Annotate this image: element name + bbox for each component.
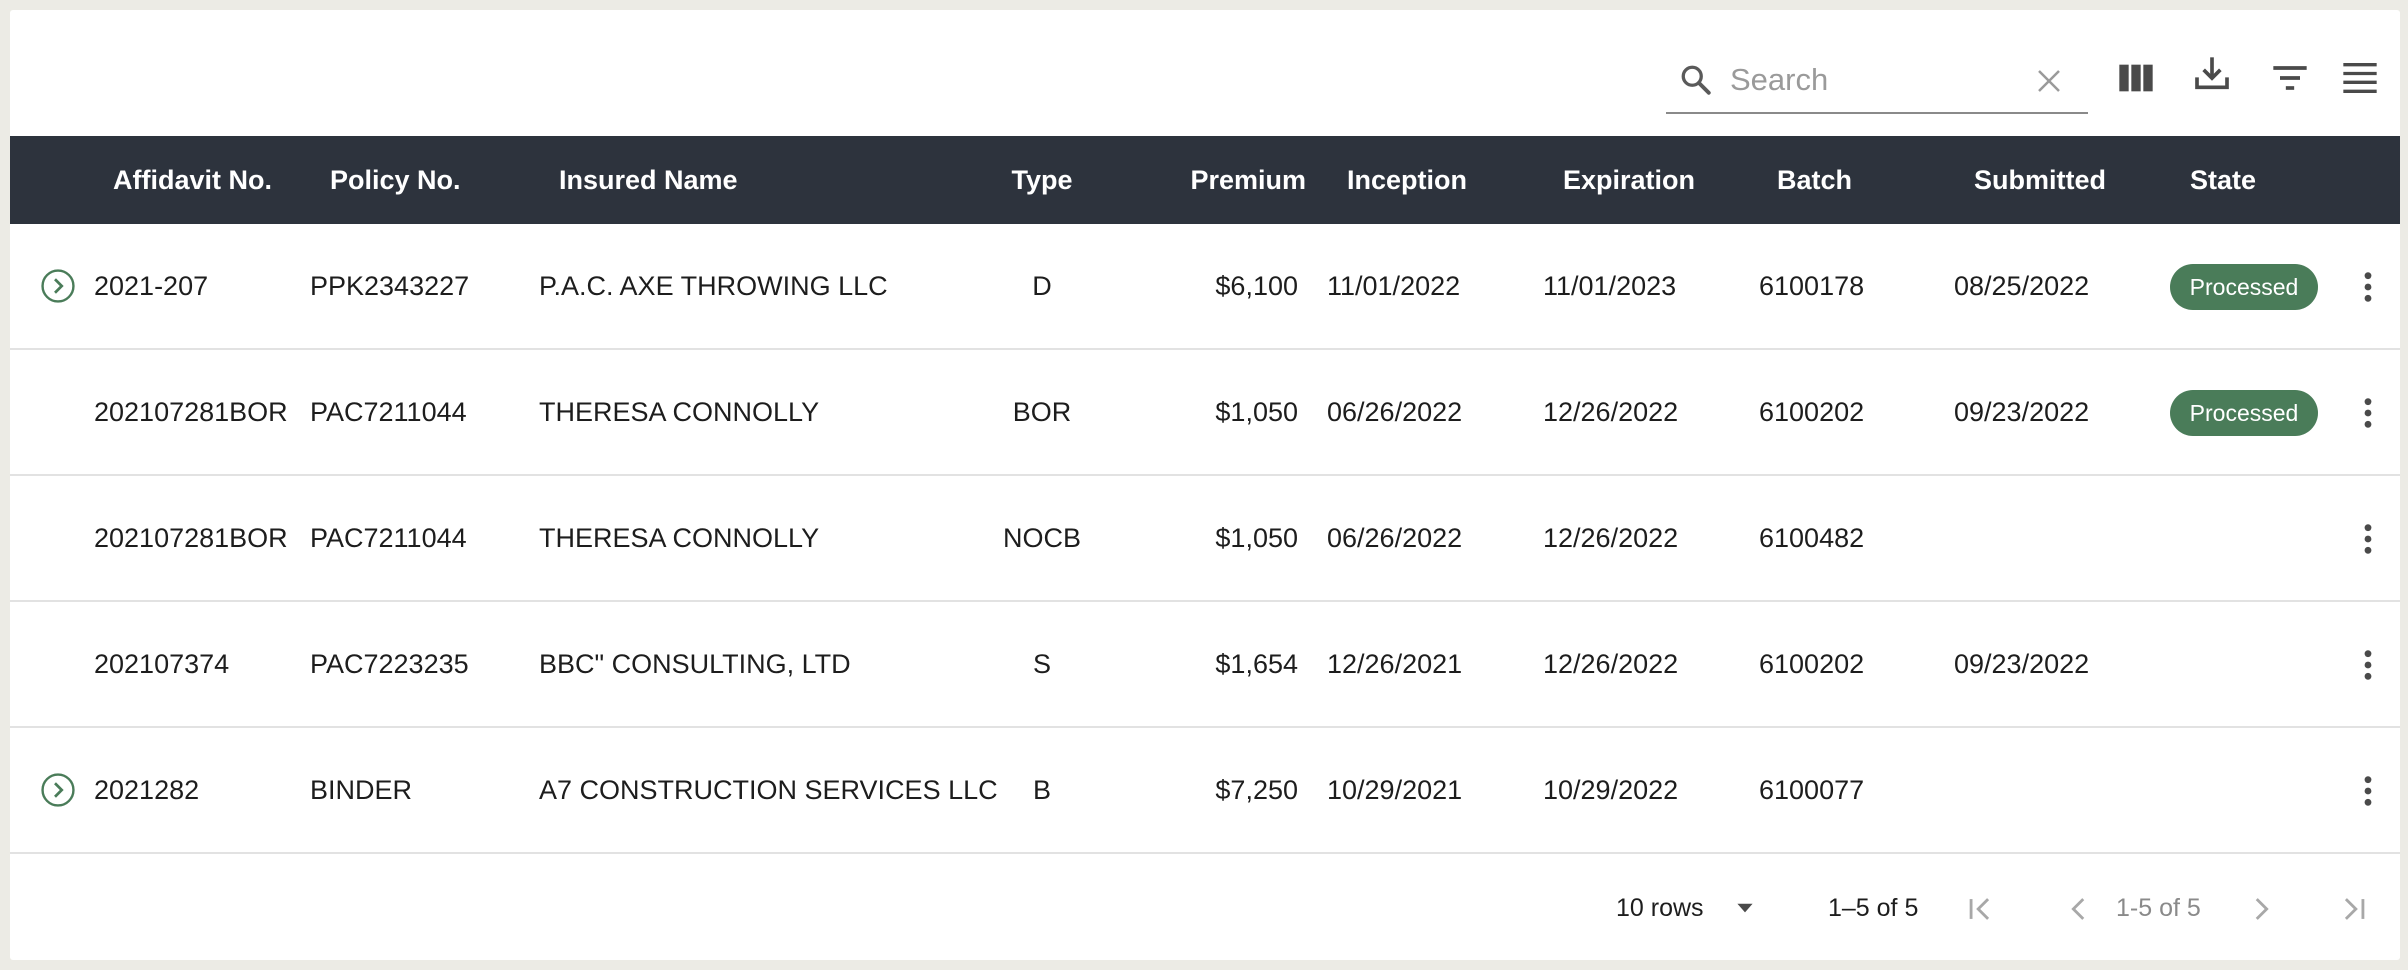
cell-policy: PAC7211044 [310, 397, 467, 427]
pagination-bar: 10 rows 1–5 of 5 1-5 of 5 [10, 856, 2400, 960]
cell-insured-name: P.A.C. AXE THROWING LLC [539, 271, 888, 301]
table-row[interactable]: 202107281BOR PAC7211044 THERESA CONNOLLY… [10, 350, 2400, 476]
cell-type: NOCB [1002, 523, 1081, 553]
cell-insured-name: A7 CONSTRUCTION SERVICES LLC [539, 775, 998, 805]
cell-inception: 11/01/2022 [1327, 271, 1461, 301]
filter-icon[interactable] [2270, 58, 2310, 98]
column-header-policy[interactable]: Policy No. [330, 136, 461, 224]
cell-submitted: 09/23/2022 [1954, 649, 2090, 679]
search-field[interactable] [1666, 52, 2088, 114]
cell-batch: 6100202 [1759, 649, 1865, 679]
page-label: 1-5 of 5 [2116, 894, 2201, 922]
cell-batch: 6100077 [1759, 775, 1865, 805]
rows-per-page-select[interactable]: 10 rows [1616, 856, 1704, 960]
column-header-type[interactable]: Type [992, 136, 1092, 224]
cell-inception: 12/26/2021 [1327, 649, 1463, 679]
search-icon [1681, 65, 1711, 95]
cell-inception: 10/29/2021 [1327, 775, 1463, 805]
download-icon[interactable] [2192, 54, 2232, 94]
more-vert-icon[interactable] [2360, 270, 2376, 304]
more-vert-icon[interactable] [2360, 648, 2376, 682]
cell-inception: 06/26/2022 [1327, 523, 1463, 553]
cell-insured-name: THERESA CONNOLLY [539, 523, 820, 553]
cell-insured-name: THERESA CONNOLLY [539, 397, 820, 427]
table-header: Affidavit No. Policy No. Insured Name Ty… [10, 136, 2400, 224]
cell-insured-name: BBC" CONSULTING, LTD [539, 649, 851, 679]
close-icon[interactable] [2034, 66, 2064, 96]
column-header-inception[interactable]: Inception [1347, 136, 1467, 224]
last-page-icon[interactable] [2336, 892, 2370, 926]
previous-page-icon[interactable] [2062, 892, 2096, 926]
table-row[interactable]: 202107374 PAC7223235 BBC" CONSULTING, LT… [10, 602, 2400, 728]
table-row[interactable]: 2021-207 PPK2343227 P.A.C. AXE THROWING … [10, 224, 2400, 350]
column-header-state[interactable]: State [2190, 136, 2256, 224]
cell-expiration: 12/26/2022 [1543, 523, 1679, 553]
cell-expiration: 12/26/2022 [1543, 649, 1679, 679]
grid-toolbar [10, 10, 2400, 136]
expand-circle-icon[interactable] [40, 772, 76, 808]
cell-affidavit: 2021-207 [94, 271, 209, 301]
cell-policy: PAC7223235 [310, 649, 469, 679]
cell-submitted: 09/23/2022 [1954, 397, 2090, 427]
cell-batch: 6100202 [1759, 397, 1865, 427]
cell-type: BOR [1012, 397, 1072, 427]
table-row[interactable]: 202107281BOR PAC7211044 THERESA CONNOLLY… [10, 476, 2400, 602]
next-page-icon[interactable] [2244, 892, 2278, 926]
cell-premium: $6,100 [1215, 271, 1298, 301]
cell-premium: $7,250 [1215, 775, 1298, 805]
column-header-expiration[interactable]: Expiration [1563, 136, 1695, 224]
status-badge: Processed [2170, 390, 2318, 436]
cell-affidavit: 202107281BOR [94, 397, 288, 427]
range-label: 1–5 of 5 [1828, 894, 1919, 922]
cell-submitted: 08/25/2022 [1954, 271, 2090, 301]
cell-affidavit: 202107281BOR [94, 523, 288, 553]
cell-type: D [1032, 271, 1052, 301]
cell-premium: $1,050 [1215, 397, 1298, 427]
more-vert-icon[interactable] [2360, 774, 2376, 808]
cell-batch: 6100178 [1759, 271, 1865, 301]
cell-policy: BINDER [310, 775, 413, 805]
status-badge: Processed [2170, 264, 2318, 310]
column-header-premium[interactable]: Premium [1160, 136, 1306, 224]
more-vert-icon[interactable] [2360, 396, 2376, 430]
column-header-affidavit[interactable]: Affidavit No. [113, 136, 272, 224]
cell-inception: 06/26/2022 [1327, 397, 1463, 427]
cell-affidavit: 202107374 [94, 649, 230, 679]
first-page-icon[interactable] [1964, 892, 1998, 926]
data-grid-card: Affidavit No. Policy No. Insured Name Ty… [10, 10, 2400, 960]
column-header-insured-name[interactable]: Insured Name [559, 136, 738, 224]
cell-affidavit: 2021282 [94, 775, 200, 805]
column-header-batch[interactable]: Batch [1777, 136, 1852, 224]
cell-expiration: 10/29/2022 [1543, 775, 1679, 805]
cell-type: S [1032, 649, 1051, 679]
more-vert-icon[interactable] [2360, 522, 2376, 556]
column-header-submitted[interactable]: Submitted [1974, 136, 2106, 224]
cell-expiration: 12/26/2022 [1543, 397, 1679, 427]
table-row[interactable]: 2021282 BINDER A7 CONSTRUCTION SERVICES … [10, 728, 2400, 854]
cell-batch: 6100482 [1759, 523, 1865, 553]
cell-policy: PPK2343227 [310, 271, 470, 301]
density-icon[interactable] [2340, 58, 2380, 98]
expand-circle-icon[interactable] [40, 268, 76, 304]
cell-premium: $1,654 [1215, 649, 1298, 679]
search-input[interactable] [1730, 58, 2020, 102]
caret-down-icon[interactable] [1732, 894, 1758, 920]
cell-type: B [1032, 775, 1051, 805]
cell-premium: $1,050 [1215, 523, 1298, 553]
cell-expiration: 11/01/2023 [1543, 271, 1677, 301]
view-column-icon[interactable] [2116, 58, 2156, 98]
cell-policy: PAC7211044 [310, 523, 467, 553]
